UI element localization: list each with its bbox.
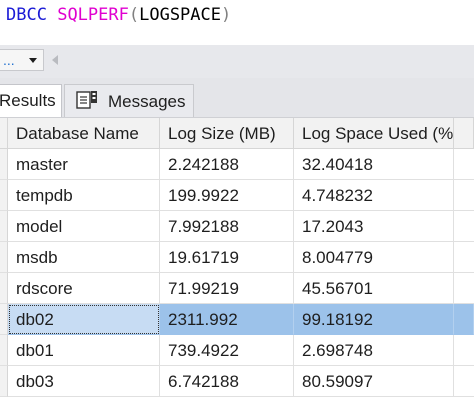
cell-filler — [454, 211, 474, 242]
cell-log-size[interactable]: 199.9922 — [160, 180, 294, 211]
cell-database-name[interactable]: db03 — [8, 366, 160, 397]
tab-results[interactable]: Results — [0, 84, 62, 117]
cell-database-name[interactable]: master — [8, 149, 160, 180]
row-header[interactable] — [0, 149, 8, 180]
cell-log-space-used[interactable]: 17.2043 — [294, 211, 454, 242]
grid-header-row: Database Name Log Size (MB) Log Space Us… — [0, 118, 474, 149]
code-line: DBCC SQLPERF(LOGSPACE) — [6, 5, 231, 25]
tab-messages-label: Messages — [108, 92, 186, 111]
cell-log-size[interactable]: 6.742188 — [160, 366, 294, 397]
cell-database-name[interactable]: tempdb — [8, 180, 160, 211]
cell-log-space-used[interactable]: 4.748232 — [294, 180, 454, 211]
cell-filler — [454, 149, 474, 180]
row-header[interactable] — [0, 366, 8, 397]
cell-filler — [454, 242, 474, 273]
cell-database-name-focused[interactable]: db02 — [8, 304, 160, 335]
row-header[interactable] — [0, 242, 8, 273]
cell-log-space-used[interactable]: 80.59097 — [294, 366, 454, 397]
messages-icon — [76, 91, 97, 109]
cell-log-size[interactable]: 7.992188 — [160, 211, 294, 242]
tab-messages[interactable]: Messages — [64, 84, 194, 117]
cell-log-space-used[interactable]: 32.40418 — [294, 149, 454, 180]
argument-logspace: LOGSPACE — [139, 5, 221, 25]
zoom-dropdown[interactable]: ... — [0, 49, 44, 71]
cell-log-space-used[interactable]: 45.56701 — [294, 273, 454, 304]
scroll-left-icon[interactable] — [52, 55, 58, 65]
query-window: DBCC SQLPERF(LOGSPACE) ... Results Messa… — [0, 0, 474, 403]
cell-filler — [454, 366, 474, 397]
zoom-value: ... — [3, 52, 15, 68]
tab-results-label: Results — [0, 91, 56, 110]
open-paren: ( — [128, 5, 140, 25]
column-header-log-space-used[interactable]: Log Space Used (%) — [294, 118, 454, 149]
column-header-log-size[interactable]: Log Size (MB) — [160, 118, 294, 149]
editor-toolbar: ... — [0, 45, 474, 78]
cell-log-size[interactable]: 2311.992 — [160, 304, 294, 335]
row-header[interactable] — [0, 335, 8, 366]
column-header-filler — [454, 118, 474, 149]
table-row[interactable]: rdscore 71.99219 45.56701 — [0, 273, 474, 304]
table-row[interactable]: db03 6.742188 80.59097 — [0, 366, 474, 397]
table-row[interactable]: tempdb 199.9922 4.748232 — [0, 180, 474, 211]
cell-filler — [454, 180, 474, 211]
cell-database-name[interactable]: rdscore — [8, 273, 160, 304]
row-header[interactable] — [0, 304, 8, 335]
table-row[interactable]: db01 739.4922 2.698748 — [0, 335, 474, 366]
cell-log-space-used[interactable]: 2.698748 — [294, 335, 454, 366]
chevron-down-icon[interactable] — [29, 58, 37, 63]
cell-log-size[interactable]: 71.99219 — [160, 273, 294, 304]
table-row[interactable]: model 7.992188 17.2043 — [0, 211, 474, 242]
cell-log-space-used[interactable]: 8.004779 — [294, 242, 454, 273]
function-sqlperf: SQLPERF — [57, 5, 129, 25]
cell-log-size[interactable]: 19.61719 — [160, 242, 294, 273]
table-row-selected[interactable]: db02 2311.992 99.18192 — [0, 304, 474, 335]
cell-database-name[interactable]: db01 — [8, 335, 160, 366]
cell-filler — [454, 335, 474, 366]
corner-header[interactable] — [0, 118, 8, 149]
row-header[interactable] — [0, 211, 8, 242]
results-tabstrip: Results Messages — [0, 78, 474, 118]
cell-database-name[interactable]: model — [8, 211, 160, 242]
cell-log-space-used[interactable]: 99.18192 — [294, 304, 454, 335]
cell-filler — [454, 304, 474, 335]
column-header-database-name[interactable]: Database Name — [8, 118, 160, 149]
cell-log-size[interactable]: 739.4922 — [160, 335, 294, 366]
row-header[interactable] — [0, 180, 8, 211]
table-row[interactable]: master 2.242188 32.40418 — [0, 149, 474, 180]
query-editor[interactable]: DBCC SQLPERF(LOGSPACE) — [0, 0, 474, 42]
results-grid: Database Name Log Size (MB) Log Space Us… — [0, 118, 474, 403]
row-header[interactable] — [0, 273, 8, 304]
cell-filler — [454, 273, 474, 304]
keyword-dbcc: DBCC — [6, 5, 47, 25]
table-row[interactable]: msdb 19.61719 8.004779 — [0, 242, 474, 273]
horizontal-scrollbar[interactable] — [66, 49, 474, 73]
close-paren: ) — [221, 5, 232, 25]
cell-database-name[interactable]: msdb — [8, 242, 160, 273]
cell-log-size[interactable]: 2.242188 — [160, 149, 294, 180]
